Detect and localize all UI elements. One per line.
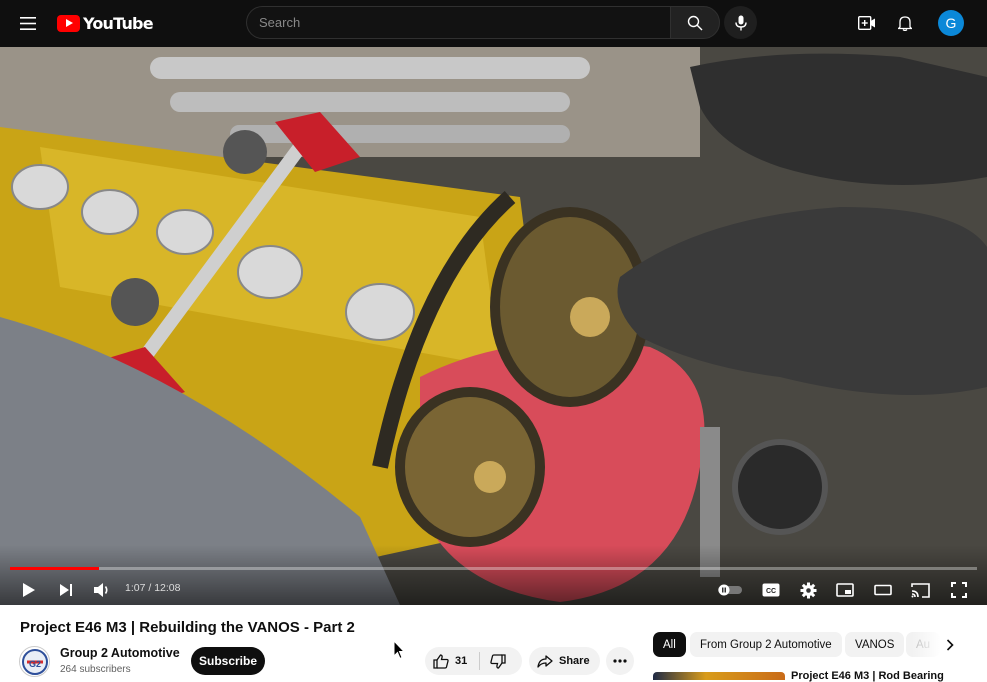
search-bar <box>246 6 720 39</box>
chip-vanos[interactable]: VANOS <box>845 632 905 657</box>
theater-mode-button[interactable] <box>872 578 894 602</box>
bell-icon <box>898 16 912 31</box>
more-horizontal-icon <box>613 659 627 663</box>
thumbs-down-icon <box>490 653 506 669</box>
chevron-right-icon <box>946 639 954 651</box>
miniplayer-button[interactable] <box>834 578 856 602</box>
menu-icon[interactable] <box>16 12 40 34</box>
progress-played <box>10 567 99 570</box>
logo-text: YouTube <box>83 13 154 33</box>
notifications-button[interactable] <box>893 11 917 35</box>
mouse-cursor-icon <box>393 640 405 660</box>
volume-icon <box>94 583 108 597</box>
video-player[interactable]: 1:07 / 12:08 CC <box>0 47 987 605</box>
chips-next-button[interactable] <box>940 634 960 656</box>
subscriber-count: 264 subscribers <box>60 664 131 675</box>
more-actions-button[interactable] <box>606 647 634 675</box>
captions-button[interactable]: CC <box>760 578 782 602</box>
svg-text:G2: G2 <box>28 659 40 669</box>
captions-icon: CC <box>762 583 780 597</box>
chip-all[interactable]: All <box>653 632 686 657</box>
share-icon <box>537 654 553 668</box>
miniplayer-icon <box>836 583 854 597</box>
chips-fade <box>912 632 942 657</box>
search-button[interactable] <box>670 6 720 39</box>
next-icon <box>60 584 72 596</box>
svg-text:CC: CC <box>766 588 776 595</box>
recommended-video-title[interactable]: Project E46 M3 | Rod Bearing <box>791 670 944 682</box>
theater-mode-icon <box>874 584 892 596</box>
channel-avatar[interactable]: G2 <box>19 646 50 677</box>
time-display: 1:07 / 12:08 <box>125 582 181 594</box>
share-label: Share <box>559 655 590 667</box>
channel-name[interactable]: Group 2 Automotive <box>60 646 180 660</box>
like-button[interactable]: 31 <box>425 647 467 675</box>
play-button[interactable] <box>18 578 40 602</box>
account-avatar[interactable]: G <box>938 10 964 36</box>
gear-icon <box>800 582 816 598</box>
progress-bar[interactable] <box>10 567 977 570</box>
search-input[interactable] <box>246 6 670 39</box>
like-count: 31 <box>455 655 468 667</box>
video-title: Project E46 M3 | Rebuilding the VANOS - … <box>20 619 355 636</box>
search-icon <box>687 15 703 30</box>
create-video-icon <box>858 16 875 30</box>
chip-from-channel[interactable]: From Group 2 Automotive <box>690 632 842 657</box>
cast-button[interactable] <box>909 578 931 602</box>
thumbs-up-icon <box>433 653 449 669</box>
voice-search-button[interactable] <box>724 6 757 39</box>
play-icon <box>23 583 35 597</box>
fullscreen-icon <box>951 582 967 598</box>
microphone-icon <box>734 15 747 30</box>
next-button[interactable] <box>55 578 77 602</box>
autoplay-toggle-icon <box>718 584 742 596</box>
dislike-button[interactable] <box>480 647 506 675</box>
top-bar: YouTube G <box>0 0 987 47</box>
subscribe-button[interactable]: Subscribe <box>191 647 265 675</box>
fullscreen-button[interactable] <box>948 578 970 602</box>
recommended-video-thumbnail[interactable] <box>653 672 785 680</box>
channel-logo-icon: G2 <box>21 648 48 675</box>
share-button[interactable]: Share <box>529 647 600 675</box>
volume-button[interactable] <box>91 578 113 602</box>
settings-button[interactable] <box>797 578 819 602</box>
youtube-logo[interactable]: YouTube <box>57 13 154 33</box>
video-frame <box>0 47 987 605</box>
autoplay-toggle[interactable] <box>716 578 744 602</box>
create-button[interactable] <box>855 11 879 35</box>
play-logo-icon <box>57 14 80 32</box>
cast-icon <box>910 582 930 598</box>
like-dislike-group: 31 <box>425 647 522 675</box>
